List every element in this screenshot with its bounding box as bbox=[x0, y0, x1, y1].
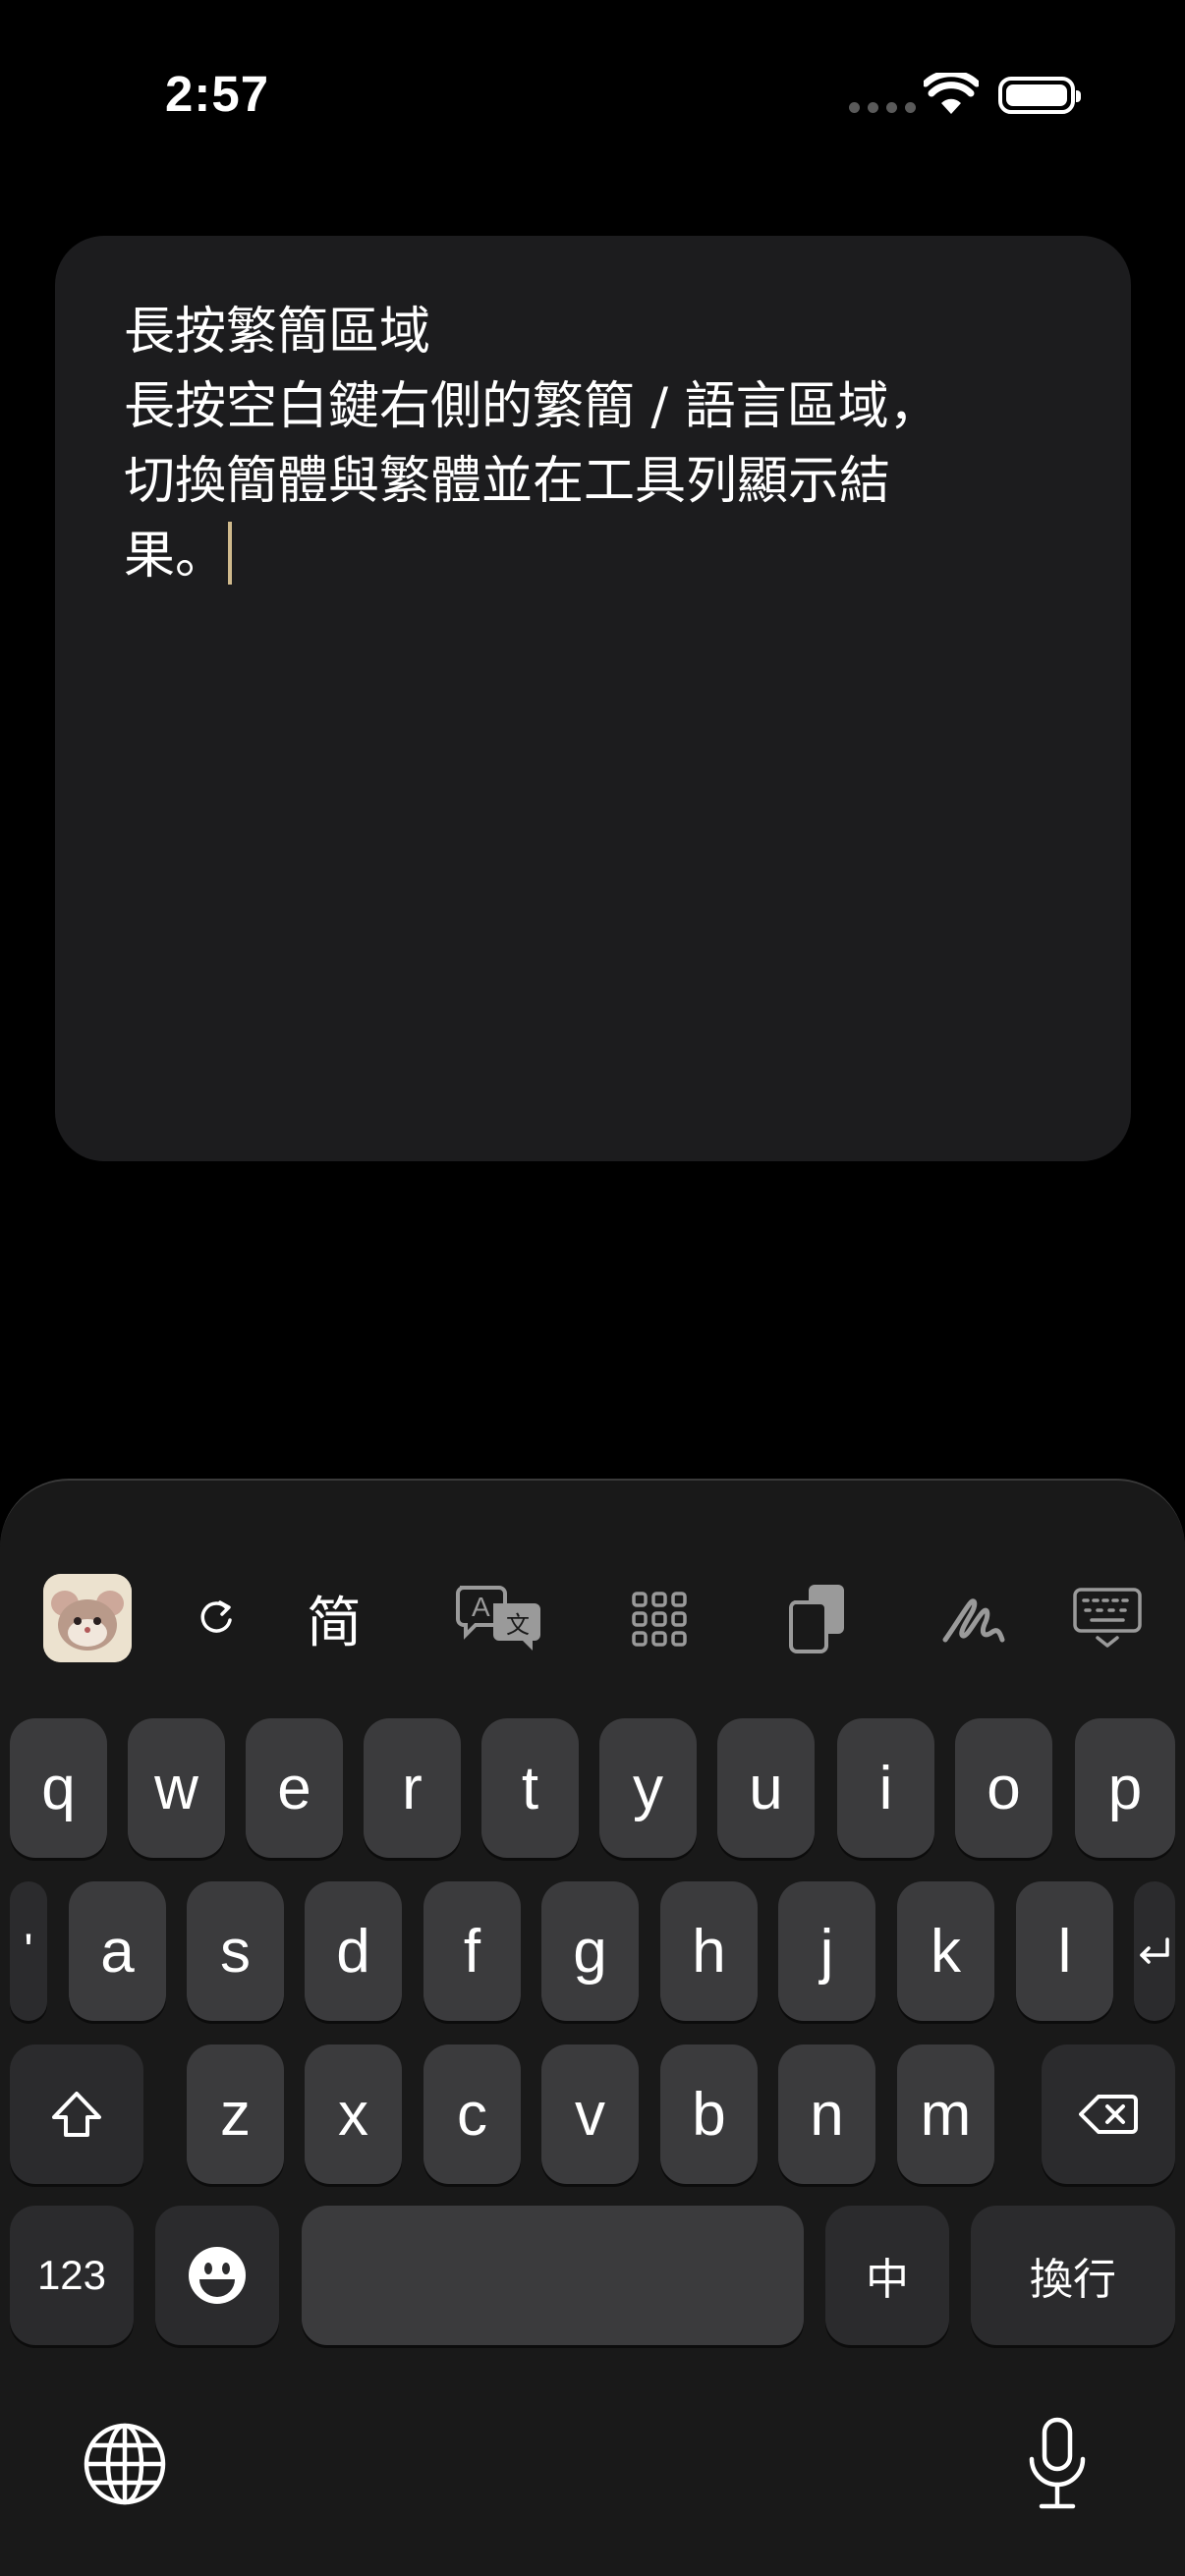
key-d[interactable]: d bbox=[305, 1881, 402, 2021]
key-l[interactable]: l bbox=[1016, 1881, 1113, 2021]
key-m[interactable]: m bbox=[897, 2044, 994, 2184]
key-apostrophe[interactable]: ' bbox=[10, 1881, 47, 2021]
status-time: 2:57 bbox=[165, 66, 270, 122]
key-b[interactable]: b bbox=[660, 2044, 758, 2184]
return-arrow-icon bbox=[1140, 1937, 1169, 1964]
key-k[interactable]: k bbox=[897, 1881, 994, 2021]
key-w[interactable]: w bbox=[128, 1718, 225, 1858]
clipboard-icon[interactable] bbox=[786, 1583, 849, 1653]
key-n[interactable]: n bbox=[778, 2044, 875, 2184]
translate-icon[interactable]: A 文 bbox=[454, 1582, 544, 1654]
svg-text:文: 文 bbox=[506, 1611, 530, 1639]
emoji-key[interactable] bbox=[155, 2206, 279, 2345]
svg-text:A: A bbox=[472, 1592, 490, 1622]
language-toggle-key[interactable]: 中 bbox=[825, 2206, 949, 2345]
key-i[interactable]: i bbox=[837, 1718, 934, 1858]
key-p[interactable]: p bbox=[1075, 1718, 1175, 1858]
text-content[interactable]: 長按繁簡區域 長按空白鍵右側的繁簡 / 語言區域， 切換簡體與繁體並在工具列顯示… bbox=[124, 295, 1087, 593]
globe-icon[interactable] bbox=[83, 2422, 167, 2506]
refresh-icon[interactable] bbox=[189, 1591, 244, 1646]
cellular-signal-icon bbox=[849, 102, 916, 113]
text-editor[interactable]: 長按繁簡區域 長按空白鍵右側的繁簡 / 語言區域， 切換簡體與繁體並在工具列顯示… bbox=[55, 236, 1131, 1161]
key-a[interactable]: a bbox=[69, 1881, 166, 2021]
space-key[interactable] bbox=[302, 2206, 804, 2345]
numbers-key[interactable]: 123 bbox=[10, 2206, 134, 2345]
key-q[interactable]: q bbox=[10, 1718, 107, 1858]
microphone-icon[interactable] bbox=[1028, 2416, 1087, 2514]
key-o[interactable]: o bbox=[955, 1718, 1052, 1858]
text-line: 長按繁簡區域 bbox=[124, 303, 431, 362]
key-c[interactable]: c bbox=[423, 2044, 521, 2184]
return-arrow-key[interactable] bbox=[1134, 1881, 1175, 2021]
key-u[interactable]: u bbox=[717, 1718, 815, 1858]
key-z[interactable]: z bbox=[187, 2044, 284, 2184]
hamster-app-icon[interactable] bbox=[43, 1574, 132, 1662]
handwriting-icon[interactable] bbox=[939, 1587, 1008, 1652]
text-line: 切換簡體與繁體並在工具列顯示結 bbox=[124, 452, 891, 511]
shift-icon bbox=[52, 2092, 101, 2137]
shift-key[interactable] bbox=[10, 2044, 143, 2184]
text-caret bbox=[228, 522, 233, 585]
delete-key[interactable] bbox=[1042, 2044, 1175, 2184]
return-key[interactable]: 換行 bbox=[971, 2206, 1175, 2345]
text-line: 長按空白鍵右側的繁簡 / 語言區域， bbox=[124, 377, 940, 436]
backspace-icon bbox=[1079, 2095, 1138, 2134]
key-v[interactable]: v bbox=[541, 2044, 639, 2184]
key-y[interactable]: y bbox=[599, 1718, 697, 1858]
simplified-toggle-button[interactable]: 简 bbox=[285, 1579, 383, 1657]
key-e[interactable]: e bbox=[246, 1718, 343, 1858]
keyboard-dismiss-icon[interactable] bbox=[1071, 1585, 1144, 1652]
grid-icon[interactable] bbox=[629, 1589, 690, 1650]
key-s[interactable]: s bbox=[187, 1881, 284, 2021]
emoji-icon bbox=[189, 2247, 246, 2304]
key-f[interactable]: f bbox=[423, 1881, 521, 2021]
keyboard: 简 A 文 q w e r t y u i o p ' a s d f g h … bbox=[0, 1479, 1185, 2576]
key-j[interactable]: j bbox=[778, 1881, 875, 2021]
text-line: 果。 bbox=[124, 527, 227, 586]
key-r[interactable]: r bbox=[364, 1718, 461, 1858]
key-t[interactable]: t bbox=[481, 1718, 579, 1858]
key-g[interactable]: g bbox=[541, 1881, 639, 2021]
battery-icon bbox=[998, 77, 1081, 114]
key-h[interactable]: h bbox=[660, 1881, 758, 2021]
wifi-icon bbox=[924, 73, 979, 114]
key-x[interactable]: x bbox=[305, 2044, 402, 2184]
